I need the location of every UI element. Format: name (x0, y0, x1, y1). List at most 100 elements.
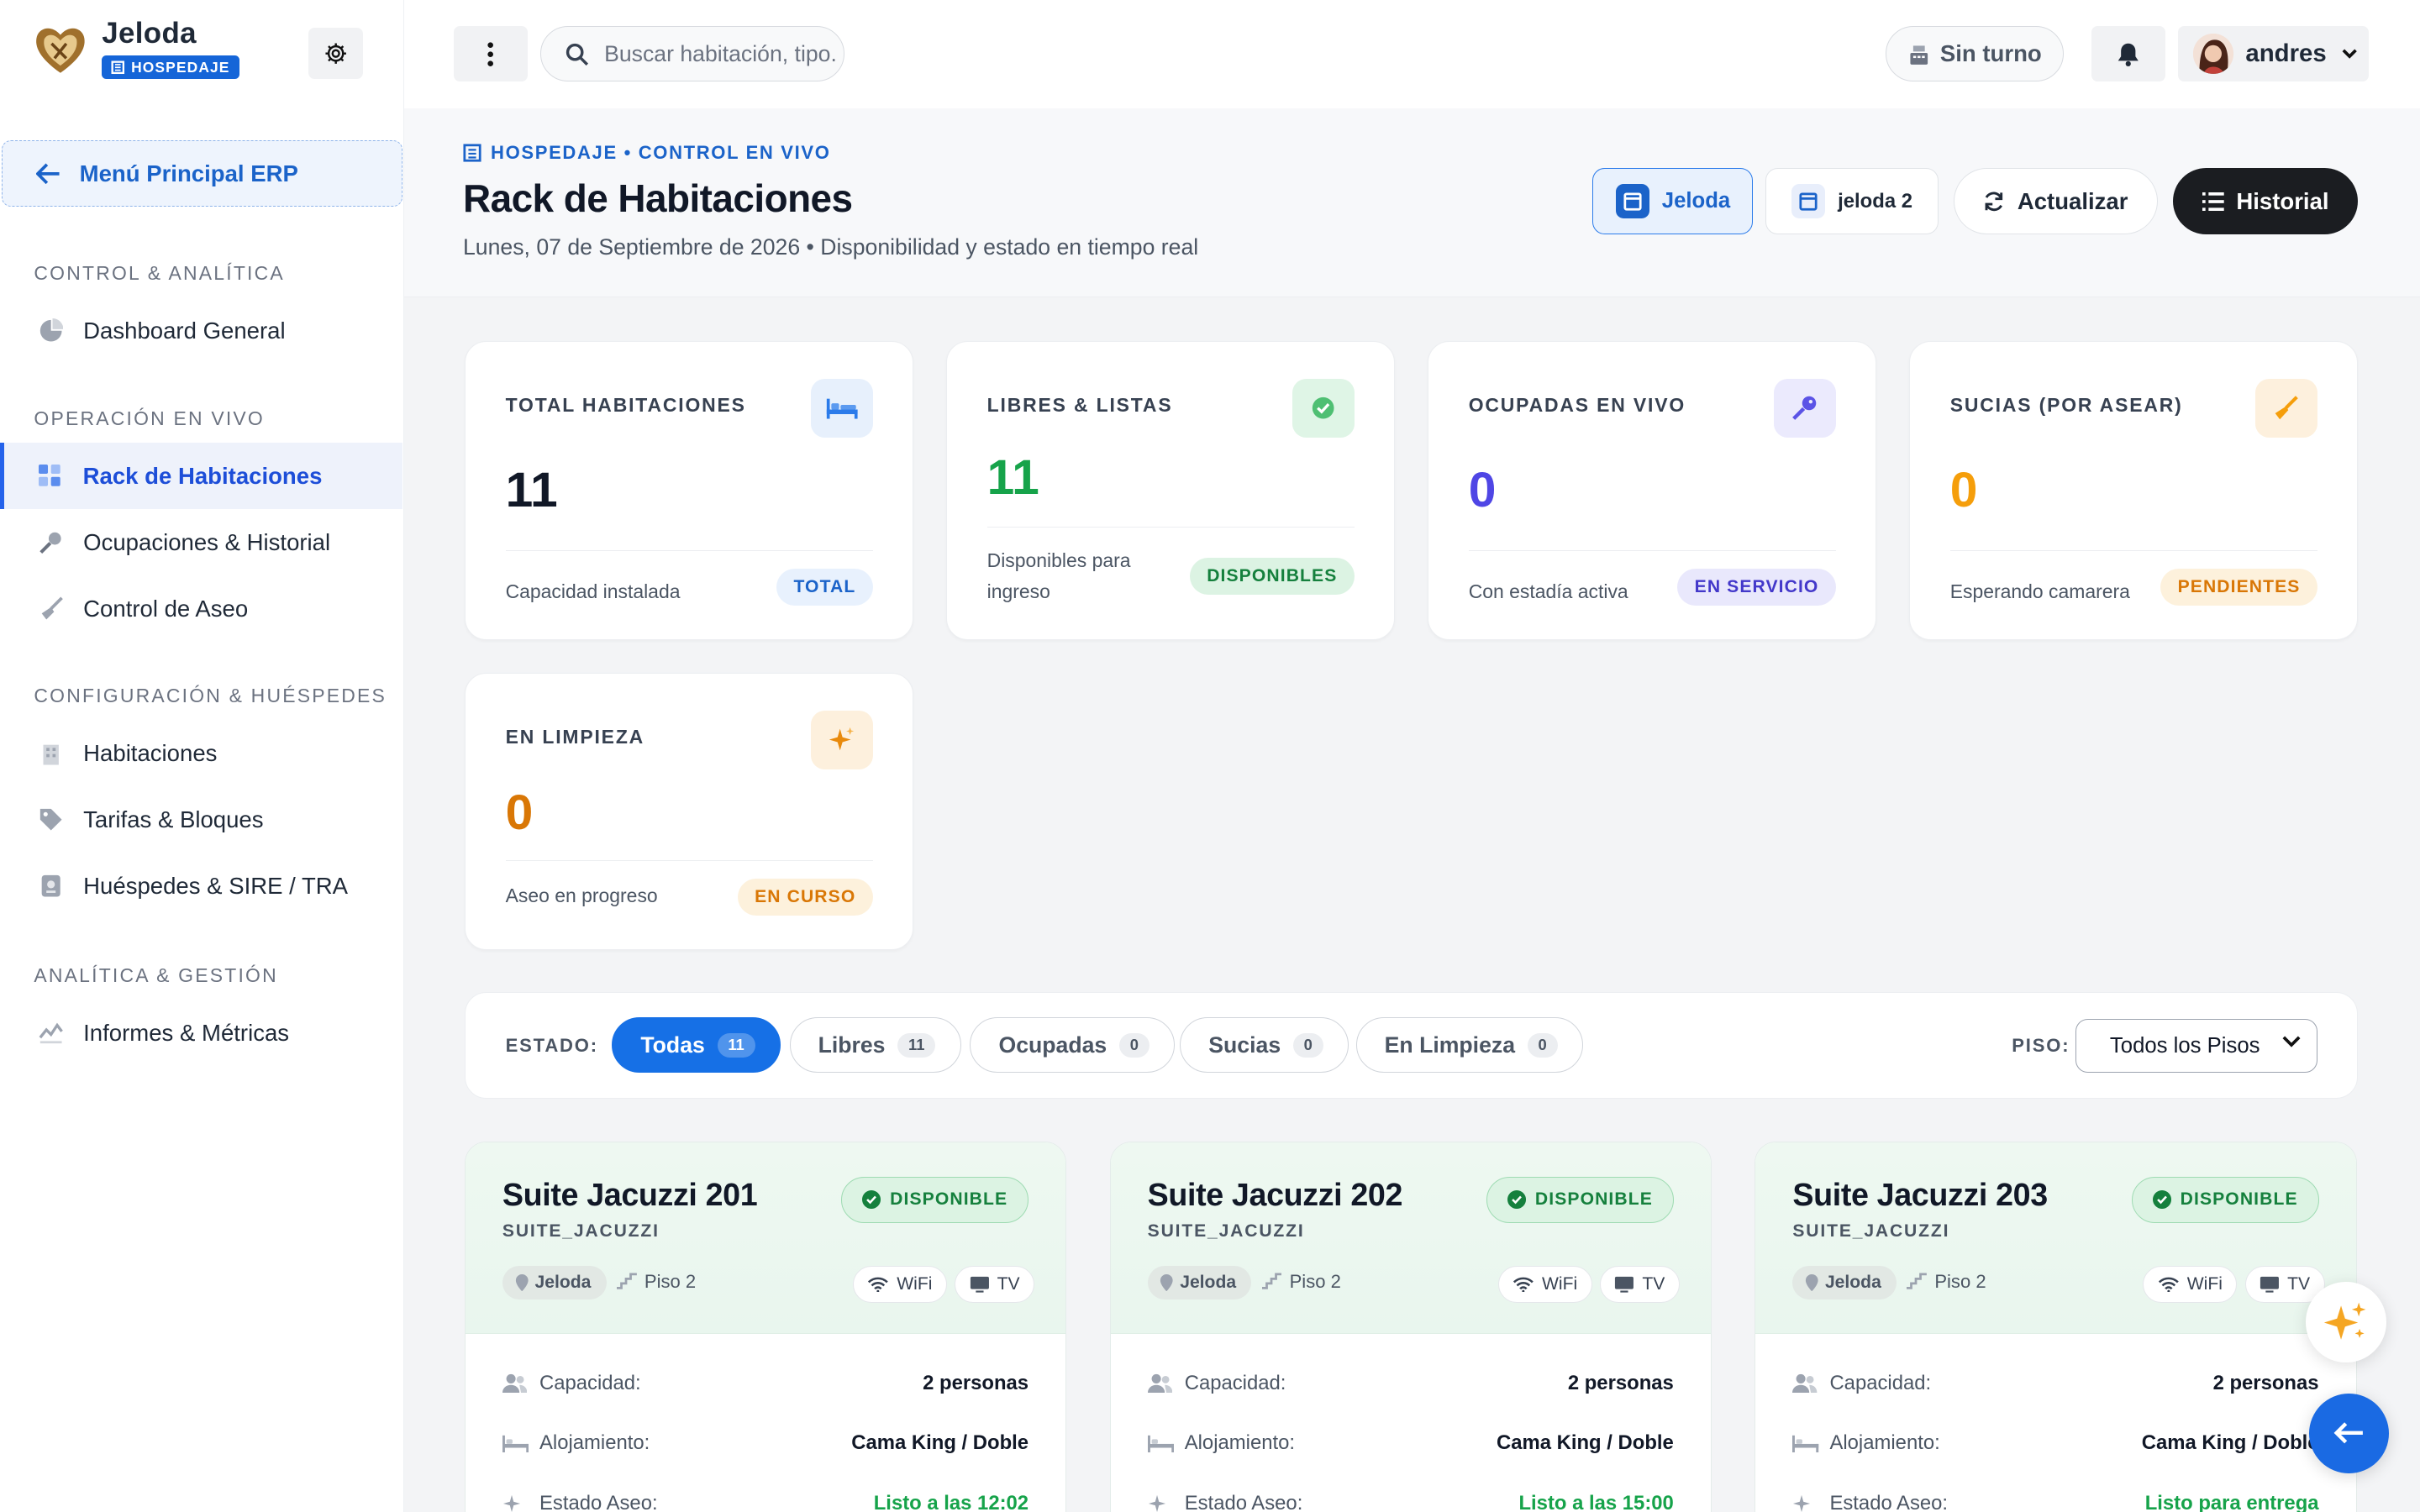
passport-icon (37, 873, 65, 900)
status-badge: DISPONIBLES (1189, 558, 1355, 596)
stairs-icon (1907, 1273, 1928, 1290)
sidebar-item-habitaciones[interactable]: Habitaciones (0, 721, 402, 787)
page-subtitle: Lunes, 07 de Septiembre de 2026 • Dispon… (462, 234, 1199, 260)
ai-assistant-button[interactable] (2306, 1282, 2386, 1362)
brand-badge: HOSPEDAJE (102, 55, 239, 80)
room-clean-row: Estado Aseo: Listo para entrega (1792, 1488, 2319, 1512)
filter-chip-todas[interactable]: Todas 11 (612, 1017, 781, 1074)
divider (505, 860, 873, 861)
floor-select[interactable]: Todos los Pisos (2075, 1019, 2317, 1074)
status-badge: PENDIENTES (2160, 568, 2317, 606)
sidebar-item-tarifas[interactable]: Tarifas & Bloques (0, 787, 402, 853)
filter-chip-ocupadas[interactable]: Ocupadas 0 (970, 1017, 1176, 1074)
sparkle-icon (2324, 1302, 2366, 1340)
sparkle-icon (1148, 1494, 1176, 1512)
settings-button[interactable] (308, 28, 363, 79)
filter-chip-libres[interactable]: Libres 11 (789, 1017, 961, 1074)
search-icon (566, 43, 589, 66)
section-title-control: CONTROL & ANALÍTICA (34, 262, 285, 285)
bed-icon (1792, 1434, 1820, 1453)
status-badge: DISPONIBLE (841, 1176, 1029, 1223)
cash-register-icon (1910, 45, 1928, 65)
refresh-button[interactable]: Actualizar (1954, 168, 2158, 235)
stat-label: LIBRES & LISTAS (986, 394, 1173, 417)
key-icon (37, 528, 65, 556)
floor-label: Piso 2 (1907, 1271, 1986, 1293)
avatar (2192, 34, 2233, 75)
filter-chip-sucias[interactable]: Sucias 0 (1180, 1017, 1349, 1074)
floor-label: Piso 2 (616, 1271, 696, 1293)
shift-button[interactable]: Sin turno (1886, 26, 2064, 82)
tv-icon (1615, 1276, 1634, 1293)
divider (505, 549, 873, 551)
stat-card-ocupadas: OCUPADAS EN VIVO 0 Con estadía activa EN… (1427, 340, 1877, 641)
users-icon (1792, 1373, 1820, 1394)
tv-icon (2260, 1276, 2280, 1293)
sidebar-item-aseo[interactable]: Control de Aseo (0, 575, 402, 642)
section-title-config: CONFIGURACIÓN & HUÉSPEDES (34, 685, 387, 707)
room-card[interactable]: Suite Jacuzzi 203 SUITE_JACUZZI DISPONIB… (1754, 1142, 2357, 1512)
room-lodging-row: Alojamiento: Cama King / Doble (1147, 1428, 1674, 1459)
page-header: HOSPEDAJE • CONTROL EN VIVO Rack de Habi… (404, 108, 2420, 298)
room-capacity-row: Capacidad: 2 personas (1147, 1368, 1674, 1399)
section-title-analitica: ANALÍTICA & GESTIÓN (34, 963, 278, 986)
room-capacity-row: Capacidad: 2 personas (502, 1368, 1028, 1399)
stat-value: 0 (1949, 463, 1978, 518)
sidebar-item-ocupaciones[interactable]: Ocupaciones & Historial (0, 509, 402, 575)
filter-bar: ESTADO: Todas 11 Libres 11 Ocupadas 0 Sucia… (464, 991, 2359, 1099)
grid-icon (37, 462, 65, 490)
sidebar-item-rack[interactable]: Rack de Habitaciones (0, 443, 403, 510)
erp-main-menu-button[interactable]: Menú Principal ERP (1, 140, 403, 207)
gear-icon (325, 43, 346, 64)
sidebar-item-dashboard[interactable]: Dashboard General (0, 297, 402, 364)
notifications-button[interactable] (2091, 26, 2165, 82)
search-box[interactable] (539, 26, 844, 82)
room-type-code: SUITE_JACUZZI (1792, 1221, 1950, 1241)
history-button[interactable]: Historial (2173, 168, 2359, 235)
broom-icon (2255, 378, 2317, 438)
wifi-icon (2158, 1277, 2179, 1293)
user-menu-button[interactable]: andres (2177, 26, 2370, 82)
room-type-code: SUITE_JACUZZI (502, 1221, 660, 1241)
check-circle-icon (1507, 1190, 1526, 1210)
stat-label: TOTAL HABITACIONES (505, 394, 746, 417)
sidebar-item-huespedes[interactable]: Huéspedes & SIRE / TRA (0, 853, 402, 920)
property-jeloda2-button[interactable]: jeloda 2 (1765, 168, 1939, 235)
bed-icon (1147, 1434, 1176, 1453)
store-icon (1791, 184, 1826, 218)
tv-icon (970, 1276, 989, 1293)
amenity-wifi: WiFi (852, 1266, 947, 1304)
back-button[interactable] (2308, 1393, 2390, 1474)
stat-card-sucias: SUCIAS (POR ASEAR) 0 Esperando camarera … (1908, 340, 2359, 641)
stat-value: 0 (1468, 463, 1497, 518)
amenity-tv: TV (1599, 1266, 1680, 1304)
filter-chip-limpieza[interactable]: En Limpieza 0 (1355, 1017, 1583, 1074)
property-jeloda-button[interactable]: Jeloda (1592, 168, 1754, 235)
brand[interactable]: Jeloda HOSPEDAJE (31, 18, 239, 81)
more-menu-button[interactable] (453, 26, 529, 82)
amenity-wifi: WiFi (2143, 1266, 2238, 1304)
status-badge: DISPONIBLE (2131, 1176, 2319, 1223)
search-input[interactable] (604, 40, 836, 67)
heart-logo-icon (35, 29, 85, 74)
chevron-down-icon (2283, 1036, 2301, 1047)
piso-label: PISO: (2012, 1034, 2070, 1056)
room-card[interactable]: Suite Jacuzzi 201 SUITE_JACUZZI DISPONIB… (464, 1142, 1067, 1512)
map-pin-icon (1160, 1274, 1173, 1292)
pie-chart-icon (37, 317, 65, 344)
section-title-operacion: OPERACIÓN EN VIVO (34, 407, 265, 429)
room-clean-row: Estado Aseo: Listo a las 12:02 (502, 1488, 1028, 1512)
stat-footer: Capacidad instalada (505, 580, 681, 603)
stat-footer: Aseo en progreso (505, 884, 658, 906)
page-title: Rack de Habitaciones (462, 176, 853, 221)
stat-footer: Disponibles para ingreso (986, 549, 1131, 603)
check-circle-icon (1292, 378, 1355, 438)
stat-value: 11 (505, 463, 558, 518)
sidebar-item-informes[interactable]: Informes & Métricas (0, 1000, 402, 1066)
stairs-icon (1261, 1273, 1282, 1290)
refresh-icon (1985, 192, 2003, 211)
room-card[interactable]: Suite Jacuzzi 202 SUITE_JACUZZI DISPONIB… (1109, 1142, 1712, 1512)
stat-card-libres: LIBRES & LISTAS 11 Disponibles para ingr… (945, 340, 1396, 641)
sidebar: Jeloda HOSPEDAJE Menú Principal ERP CONT… (0, 0, 405, 1512)
chart-line-icon (37, 1019, 65, 1047)
